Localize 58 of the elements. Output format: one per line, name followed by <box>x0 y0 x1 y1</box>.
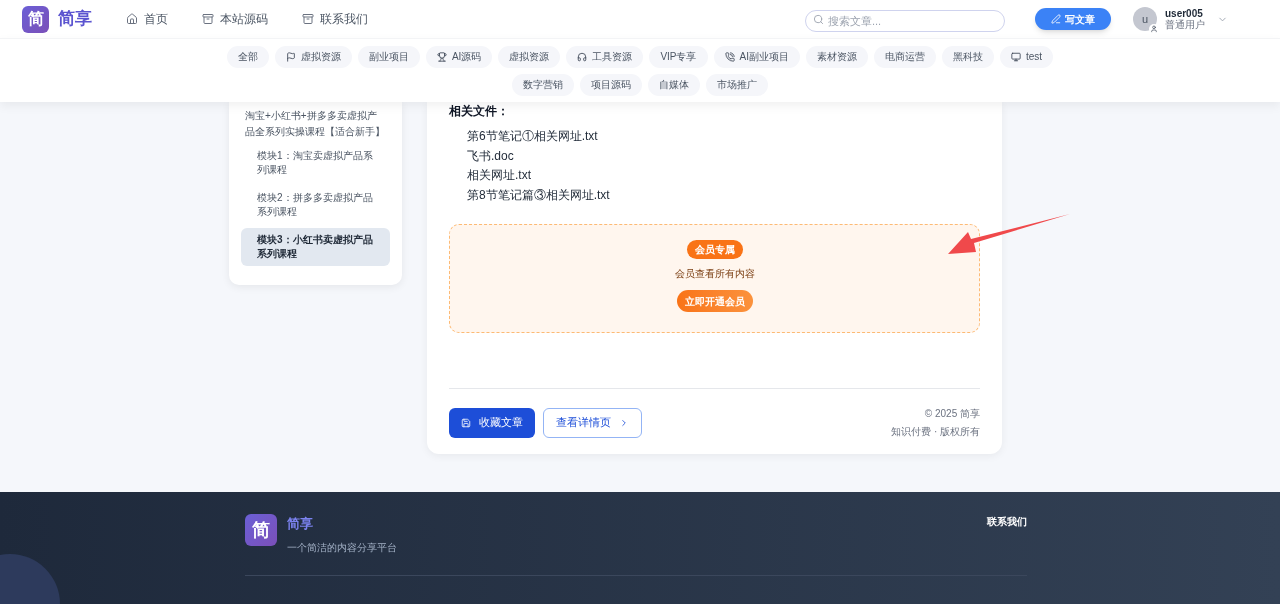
files-heading: 相关文件： <box>449 103 510 120</box>
footer-contact-heading: 联系我们 <box>987 515 1027 529</box>
footer-site-name: 简享 <box>287 515 314 533</box>
save-icon <box>461 417 471 428</box>
home-icon <box>126 13 138 25</box>
category-chip[interactable]: 素材资源 <box>805 45 868 68</box>
file-name[interactable]: 相关网址.txt <box>467 167 980 185</box>
footer-tagline: 一个简洁的内容分享平台 <box>287 540 397 555</box>
user-avatar[interactable]: u <box>1133 7 1157 31</box>
favorite-button[interactable]: 收藏文章 <box>449 407 535 438</box>
category-chip[interactable]: 数字营销 <box>512 73 574 96</box>
search-icon <box>813 13 824 25</box>
rights-text: 知识付费 · 版权所有 <box>891 425 980 439</box>
category-chip[interactable]: 虚拟资源 <box>274 45 352 68</box>
file-name[interactable]: 飞书.doc <box>467 147 980 165</box>
monitor-icon <box>1010 51 1021 62</box>
category-chip[interactable]: AI副业项目 <box>713 45 800 68</box>
category-chip[interactable]: 黑科技 <box>941 45 994 68</box>
user-name: user005 <box>1165 8 1204 19</box>
file-name[interactable]: 第8节笔记篇③相关网址.txt <box>467 186 980 204</box>
category-chip[interactable]: test <box>999 45 1054 68</box>
file-name[interactable]: 第6节笔记①相关网址.txt <box>467 128 980 146</box>
category-chip[interactable]: 副业项目 <box>357 45 420 68</box>
copyright-text: © 2025 简享 <box>924 407 980 421</box>
category-chip[interactable]: 项目源码 <box>580 73 642 96</box>
footer-logo-mark: 简 <box>245 514 277 546</box>
flag-icon <box>285 51 296 62</box>
write-article-button[interactable]: 写文章 <box>1035 8 1111 30</box>
pen-icon <box>1051 14 1061 24</box>
category-chip[interactable]: AI源码 <box>425 45 493 68</box>
tray-icon <box>202 13 214 25</box>
search-field[interactable]: 搜索文章... <box>805 10 1005 32</box>
category-chip[interactable]: 工具资源 <box>566 45 644 68</box>
details-button[interactable]: 查看详情页 <box>543 407 642 438</box>
course-title[interactable]: 淘宝+小红书+拼多多卖虚拟产品全系列实操课程【适合新手】 <box>241 108 390 140</box>
logo-mark[interactable]: 简 <box>22 5 49 33</box>
sidebar-item[interactable]: 模块3：小红书卖虚拟产品系列课程 <box>241 228 390 266</box>
trophy-icon <box>436 51 447 62</box>
category-chip[interactable]: VIP专享 <box>649 45 708 68</box>
category-chip[interactable]: 市场推广 <box>706 73 768 96</box>
sidebar-item[interactable]: 模块1：淘宝卖虚拟产品系列课程 <box>241 144 390 182</box>
headphones-icon <box>577 51 588 62</box>
members-only-badge: 会员专属 <box>686 240 743 259</box>
user-icon <box>1149 24 1159 34</box>
tray-icon <box>302 13 314 25</box>
nav-link[interactable]: 本站源码 <box>202 10 268 28</box>
category-chip[interactable]: 电商运营 <box>873 45 936 68</box>
user-role: 普通用户 <box>1165 19 1205 30</box>
site-name[interactable]: 简享 <box>58 6 92 32</box>
sidebar-item[interactable]: 模块2：拼多多卖虚拟产品系列课程 <box>241 186 390 224</box>
category-chip[interactable]: 虚拟资源 <box>498 45 561 68</box>
member-message: 会员查看所有内容 <box>674 267 755 281</box>
nav-link[interactable]: 首页 <box>126 10 168 28</box>
nav-link[interactable]: 联系我们 <box>302 10 368 28</box>
category-chip[interactable]: 全部 <box>226 45 269 68</box>
category-chip[interactable]: 自媒体 <box>648 73 700 96</box>
chevron-right-icon <box>619 417 629 428</box>
phone-icon <box>724 51 735 62</box>
